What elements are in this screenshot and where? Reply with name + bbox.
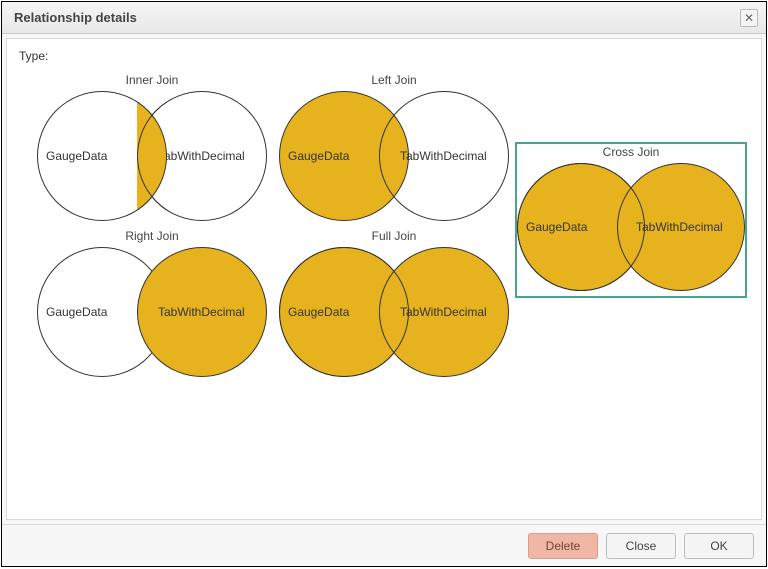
type-label: Type: bbox=[19, 49, 48, 63]
dialog-footer: Delete Close OK bbox=[2, 524, 766, 566]
join-option-left[interactable]: Left Join GaugeData TabWithDecimal bbox=[279, 73, 509, 223]
close-button[interactable]: Close bbox=[606, 533, 676, 559]
right-table-label: TabWithDecimal bbox=[636, 220, 736, 234]
join-title: Full Join bbox=[279, 229, 509, 243]
join-title: Left Join bbox=[279, 73, 509, 87]
join-option-inner[interactable]: Inner Join GaugeData TabWithDecimal bbox=[37, 73, 267, 223]
right-table-label: TabWithDecimal bbox=[158, 149, 258, 163]
left-table-label: GaugeData bbox=[46, 149, 146, 163]
join-title: Right Join bbox=[37, 229, 267, 243]
relationship-details-dialog: Relationship details ✕ Type: Inner Join … bbox=[2, 2, 766, 566]
join-title: Cross Join bbox=[517, 145, 745, 159]
venn-right-circle: TabWithDecimal bbox=[379, 91, 509, 221]
venn-right-circle: TabWithDecimal bbox=[137, 247, 267, 377]
join-title: Inner Join bbox=[37, 73, 267, 87]
dialog-body: Type: Inner Join GaugeData TabWithDecima… bbox=[6, 38, 762, 520]
join-option-full[interactable]: Full Join GaugeData TabWithDecimal bbox=[279, 229, 509, 379]
ok-button[interactable]: OK bbox=[684, 533, 754, 559]
join-option-cross[interactable]: Cross Join GaugeData TabWithDecimal bbox=[517, 145, 745, 295]
join-option-right[interactable]: Right Join GaugeData TabWithDecimal bbox=[37, 229, 267, 379]
right-table-label: TabWithDecimal bbox=[400, 149, 500, 163]
dialog-title: Relationship details bbox=[14, 10, 740, 25]
dialog-titlebar: Relationship details ✕ bbox=[2, 2, 766, 34]
left-table-label: GaugeData bbox=[46, 305, 146, 319]
delete-button[interactable]: Delete bbox=[528, 533, 598, 559]
right-table-label: TabWithDecimal bbox=[400, 305, 500, 319]
right-table-label: TabWithDecimal bbox=[158, 305, 258, 319]
left-table-label: GaugeData bbox=[288, 149, 388, 163]
close-icon[interactable]: ✕ bbox=[740, 9, 758, 27]
